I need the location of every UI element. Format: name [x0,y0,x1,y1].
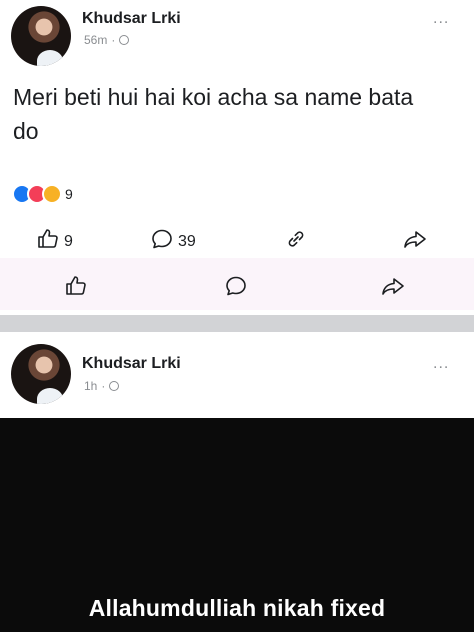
globe-icon [119,35,130,45]
post-text: Meri beti hui hai koi acha sa name bata … [13,84,414,144]
post-meta: 1h · [84,379,120,393]
share-icon [402,227,428,256]
meta-separator: · [111,33,116,47]
reactions-summary[interactable]: 9 [12,184,73,204]
reaction-count: 9 [65,186,73,202]
share-button-bottom[interactable] [380,274,406,303]
post-time[interactable]: 1h [84,379,97,393]
meta-separator: · [101,379,106,393]
comment-icon [150,227,174,256]
comment-icon [224,274,248,303]
post-time[interactable]: 56m [84,33,107,47]
like-count: 9 [64,232,73,250]
link-icon [284,227,308,256]
globe-icon [109,381,120,391]
feed-divider [0,315,474,332]
post-image[interactable]: Allahumdulliah nikah fixed [0,418,474,632]
copy-link-button[interactable] [284,227,308,256]
author-name[interactable]: Khudsar Lrki [82,355,181,373]
like-icon [64,274,88,303]
author-name[interactable]: Khudsar Lrki [82,10,181,28]
image-caption: Allahumdulliah nikah fixed [88,595,386,621]
share-button[interactable] [402,227,428,256]
avatar[interactable] [11,6,71,66]
post-card-1: Khudsar Lrki 56m · ... Meri beti hui hai… [0,0,474,315]
post-meta: 56m · [84,33,130,47]
comment-button[interactable] [224,274,248,303]
like-button[interactable] [64,274,88,303]
avatar[interactable] [11,344,71,404]
comment-count-button[interactable]: 39 [150,227,196,256]
like-icon [36,227,60,256]
more-options-button[interactable]: ... [433,355,449,373]
comment-count: 39 [178,232,196,250]
haha-reaction-icon [42,184,62,204]
share-icon [380,274,406,303]
like-count-button[interactable]: 9 [36,227,73,256]
more-options-button[interactable]: ... [433,10,449,28]
action-bar [0,258,474,310]
